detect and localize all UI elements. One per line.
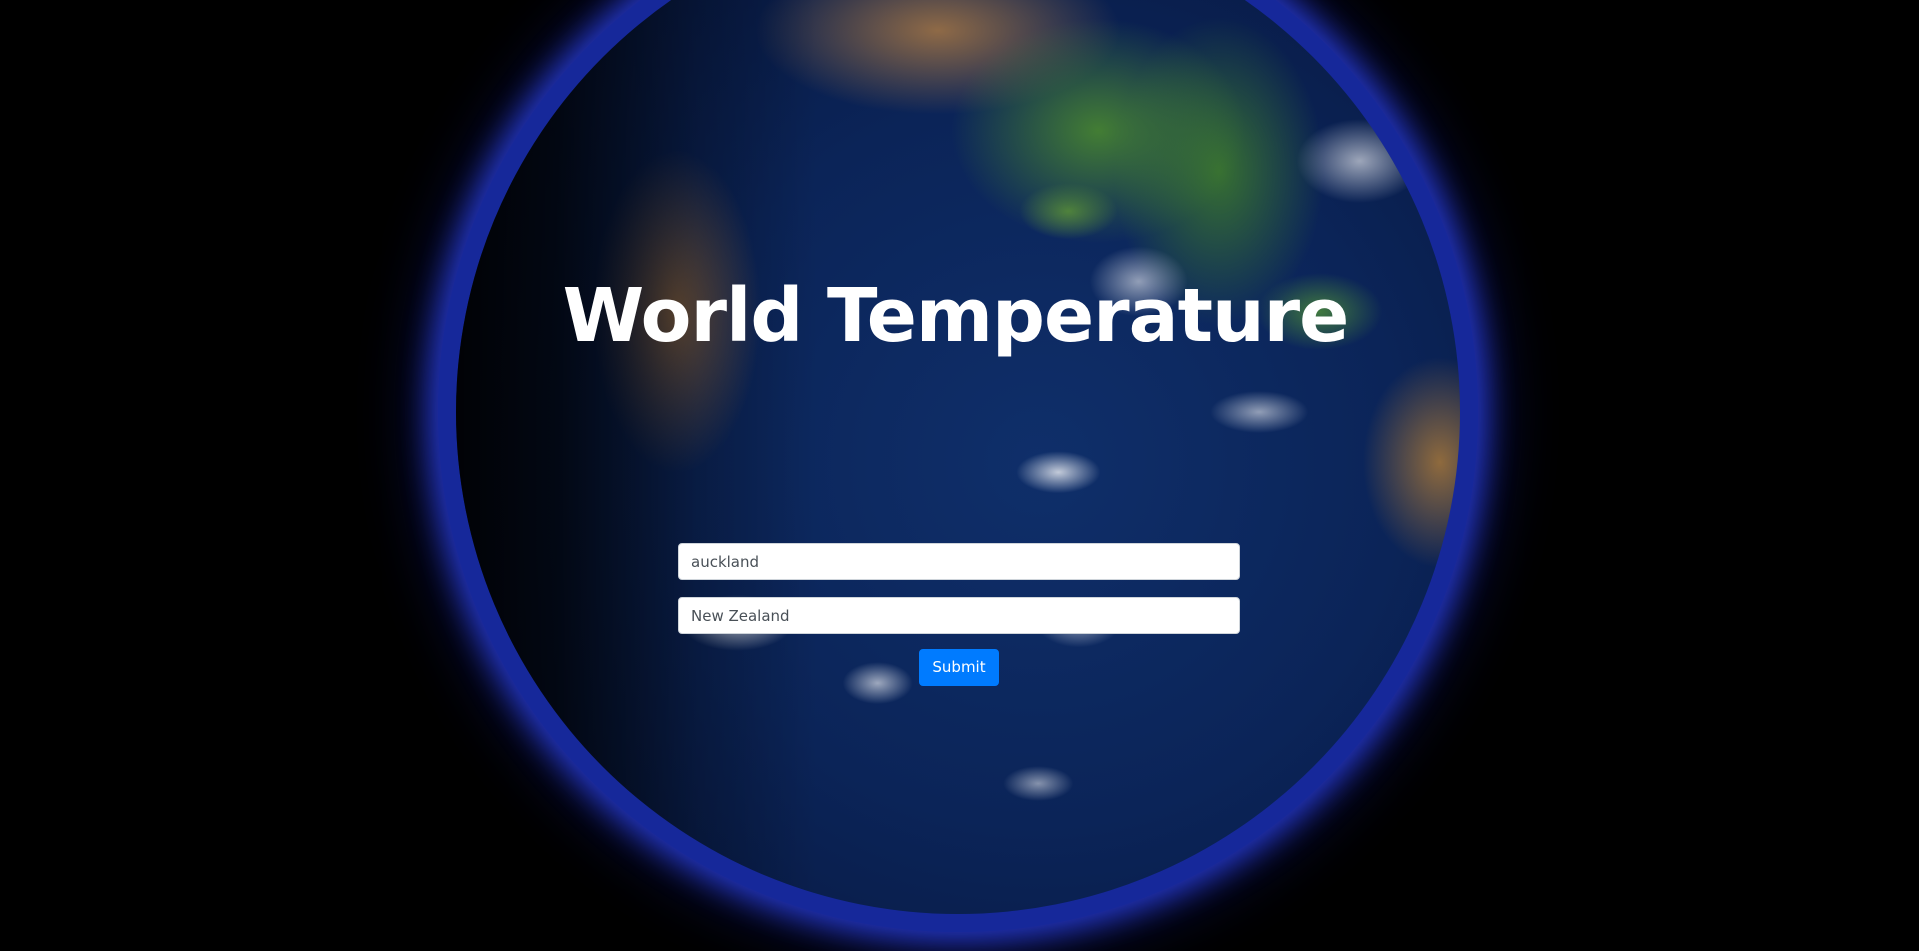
city-input[interactable] — [678, 543, 1240, 580]
page-title-text: World Temperature — [562, 273, 1350, 359]
submit-row: Submit — [678, 649, 1240, 686]
earth-globe — [456, 0, 1460, 914]
country-input[interactable] — [678, 597, 1240, 634]
page: World Temperature Submit — [0, 0, 1919, 951]
page-title: World Temperature — [0, 268, 1919, 364]
globe-shade — [456, 0, 1460, 914]
search-form: Submit — [678, 543, 1240, 686]
submit-button[interactable]: Submit — [919, 649, 999, 686]
